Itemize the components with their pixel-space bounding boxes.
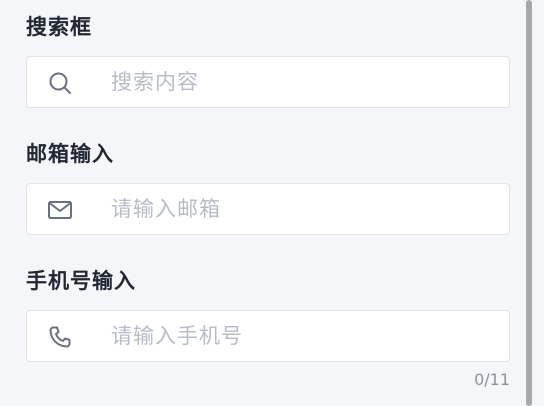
email-input[interactable] [111,184,491,234]
search-field[interactable] [26,56,510,108]
phone-label: 手机号输入 [26,269,136,293]
search-input[interactable] [111,57,491,107]
email-field[interactable] [26,183,510,235]
phone-field[interactable] [26,310,510,362]
email-label: 邮箱输入 [26,142,114,166]
search-label: 搜索框 [26,15,92,39]
scrollbar[interactable] [526,0,532,406]
mail-icon [47,197,73,223]
search-icon [47,70,73,96]
form-page: 搜索框 邮箱输入 手机号输入 0/11 [0,0,544,406]
phone-icon [47,324,73,350]
phone-input[interactable] [111,311,491,361]
phone-char-counter: 0/11 [474,370,510,389]
